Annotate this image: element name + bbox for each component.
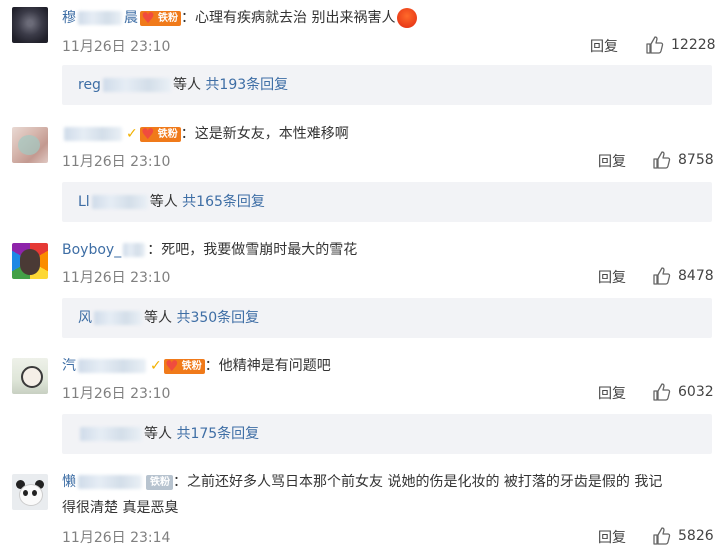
thumbs-up-icon [646,36,664,54]
like-button[interactable]: 6032 [652,382,724,402]
like-count: 5826 [678,528,714,544]
view-replies-link[interactable]: 共175条回复 [176,426,259,442]
subreply-summary[interactable]: Ll 等人 共165条回复 [62,182,712,222]
avatar[interactable] [12,243,48,279]
subreply-username[interactable]: reg [78,65,173,105]
thumbs-up-icon [653,267,671,285]
heart-icon: ♥ [165,356,179,375]
comment-text: ：他精神是有问题吧 [204,358,331,374]
subreply-summary[interactable]: 等人 共175条回复 [62,414,712,454]
fan-badge[interactable]: ♥ 铁粉 [139,124,181,143]
thumbs-up-icon [653,383,671,401]
heart-icon: ♥ [141,124,155,143]
like-count: 6032 [678,384,714,400]
thumbs-up-icon [653,527,671,545]
like-count: 8758 [678,152,714,168]
comment-time: 11月26日 23:10 [62,39,171,55]
reply-button[interactable]: 回复 [598,527,626,547]
subreply-summary[interactable]: 风等人 共350条回复 [62,298,712,338]
verified-icon: ✓ [150,358,162,374]
like-button[interactable]: 8758 [652,150,724,170]
avatar[interactable] [12,358,48,394]
avatar[interactable] [12,474,48,510]
view-replies-link[interactable]: 共350条回复 [176,310,259,326]
comment-text: ：死吧，我要做雪崩时最大的雪花 [147,242,358,258]
like-count: 8478 [678,268,714,284]
like-count: 12228 [671,37,716,53]
comment-time: 11月26日 23:14 [62,530,171,546]
fan-badge[interactable]: ♥ 铁粉 [140,8,181,27]
comment-text: ：心理有疾病就去治 别出来祸害人 [181,10,396,26]
username-link[interactable]: Boyboy_ [62,238,147,262]
comment-time: 11月26日 23:10 [62,386,171,402]
username-link[interactable]: 懒 [62,470,144,494]
username-link[interactable]: 穆晨 [62,6,138,30]
comment-time: 11月26日 23:10 [62,154,171,170]
reply-button[interactable]: 回复 [598,267,626,287]
username-link[interactable]: 汽 [62,354,148,378]
comment-time: 11月26日 23:10 [62,270,171,286]
reply-button[interactable]: 回复 [590,36,618,56]
subreply-summary[interactable]: reg 等人 共193条回复 [62,65,712,105]
thumbs-up-icon [653,151,671,169]
view-replies-link[interactable]: 共193条回复 [205,77,288,93]
subreply-username[interactable]: Ll [78,182,150,222]
avatar[interactable] [12,127,48,163]
comment-text-continued: 得很清楚 真是恶臭 [62,500,179,516]
reply-button[interactable]: 回复 [598,383,626,403]
username-link[interactable] [62,122,124,146]
verified-icon: ✓ [126,126,138,142]
comment-text: ：这是新女友，本性难移啊 [180,126,349,142]
heart-icon: ♥ [141,8,155,27]
angry-emoji-icon [397,8,418,28]
subreply-username[interactable]: 风 [78,298,144,338]
avatar[interactable] [12,7,48,43]
fan-badge[interactable]: ♥ 铁粉 [163,356,205,375]
view-replies-link[interactable]: 共165条回复 [182,194,265,210]
fan-badge[interactable]: 铁粉 [146,474,173,490]
comment-text: ：之前还好多人骂日本那个前女友 说她的伤是化妆的 被打落的牙齿是假的 我记 [173,474,663,490]
subreply-username[interactable] [78,414,144,454]
like-button[interactable]: 12228 [645,35,725,55]
like-button[interactable]: 8478 [652,266,724,286]
reply-button[interactable]: 回复 [598,151,626,171]
like-button[interactable]: 5826 [652,526,724,546]
